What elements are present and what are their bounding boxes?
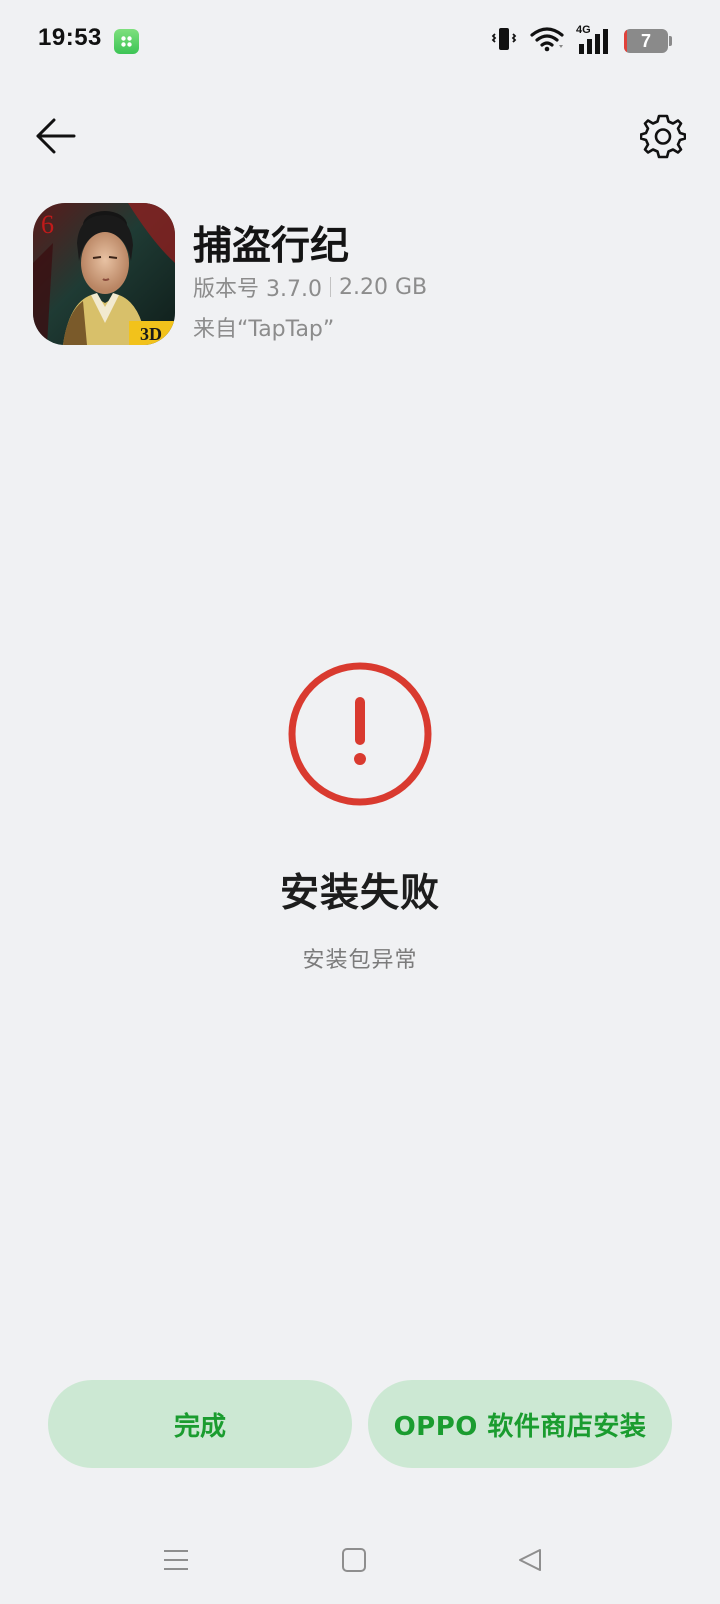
battery-body: 7 — [624, 29, 668, 53]
app-size: 2.20 GB — [338, 274, 428, 300]
app-info: 3D 6 捕盗行纪 版本号 3.7.0 2.20 GB 来自“TapTap” — [33, 203, 673, 345]
battery-level: 7 — [640, 31, 651, 51]
app-source: 来自“TapTap” — [193, 317, 335, 342]
vibrate-icon — [490, 25, 518, 57]
signal-icon: 4G — [576, 24, 612, 56]
status-icons: 4G 7 — [490, 24, 672, 57]
app-icon-3d-label: 3D — [140, 324, 162, 344]
back-triangle-icon — [519, 1549, 541, 1571]
menu-icon — [164, 1550, 188, 1570]
meta-divider — [329, 277, 331, 297]
arrow-left-icon — [36, 118, 76, 154]
app-version: 版本号 3.7.0 — [193, 277, 322, 302]
menu-button[interactable] — [152, 1538, 200, 1582]
status-time: 19:53 — [38, 24, 102, 51]
settings-button[interactable] — [636, 109, 690, 163]
result-title: 安装失败 — [279, 871, 440, 916]
battery-tip — [669, 36, 672, 46]
app-meta: 版本号 3.7.0 2.20 GB — [193, 271, 427, 303]
app-icon-number: 6 — [41, 210, 54, 239]
back-nav-button[interactable] — [506, 1538, 554, 1582]
wifi-icon — [530, 26, 564, 56]
done-button[interactable]: 完成 — [48, 1380, 352, 1468]
install-result: 安装失败 安装包异常 — [0, 660, 720, 974]
result-subtitle: 安装包异常 — [302, 948, 418, 973]
top-bar — [0, 100, 720, 172]
back-button[interactable] — [30, 110, 82, 162]
app-icon: 3D 6 — [33, 203, 175, 345]
home-button[interactable] — [330, 1538, 378, 1582]
home-icon — [342, 1548, 366, 1572]
app-notification-icon — [114, 29, 139, 54]
status-bar: 19:53 4G 7 — [0, 0, 720, 84]
navigation-bar — [0, 1530, 720, 1590]
app-name: 捕盗行纪 — [193, 224, 350, 269]
gear-icon — [640, 114, 686, 159]
battery-icon: 7 — [624, 29, 672, 53]
store-install-button[interactable]: OPPO 软件商店安装 — [368, 1380, 672, 1468]
exclamation-circle-icon — [288, 662, 432, 806]
